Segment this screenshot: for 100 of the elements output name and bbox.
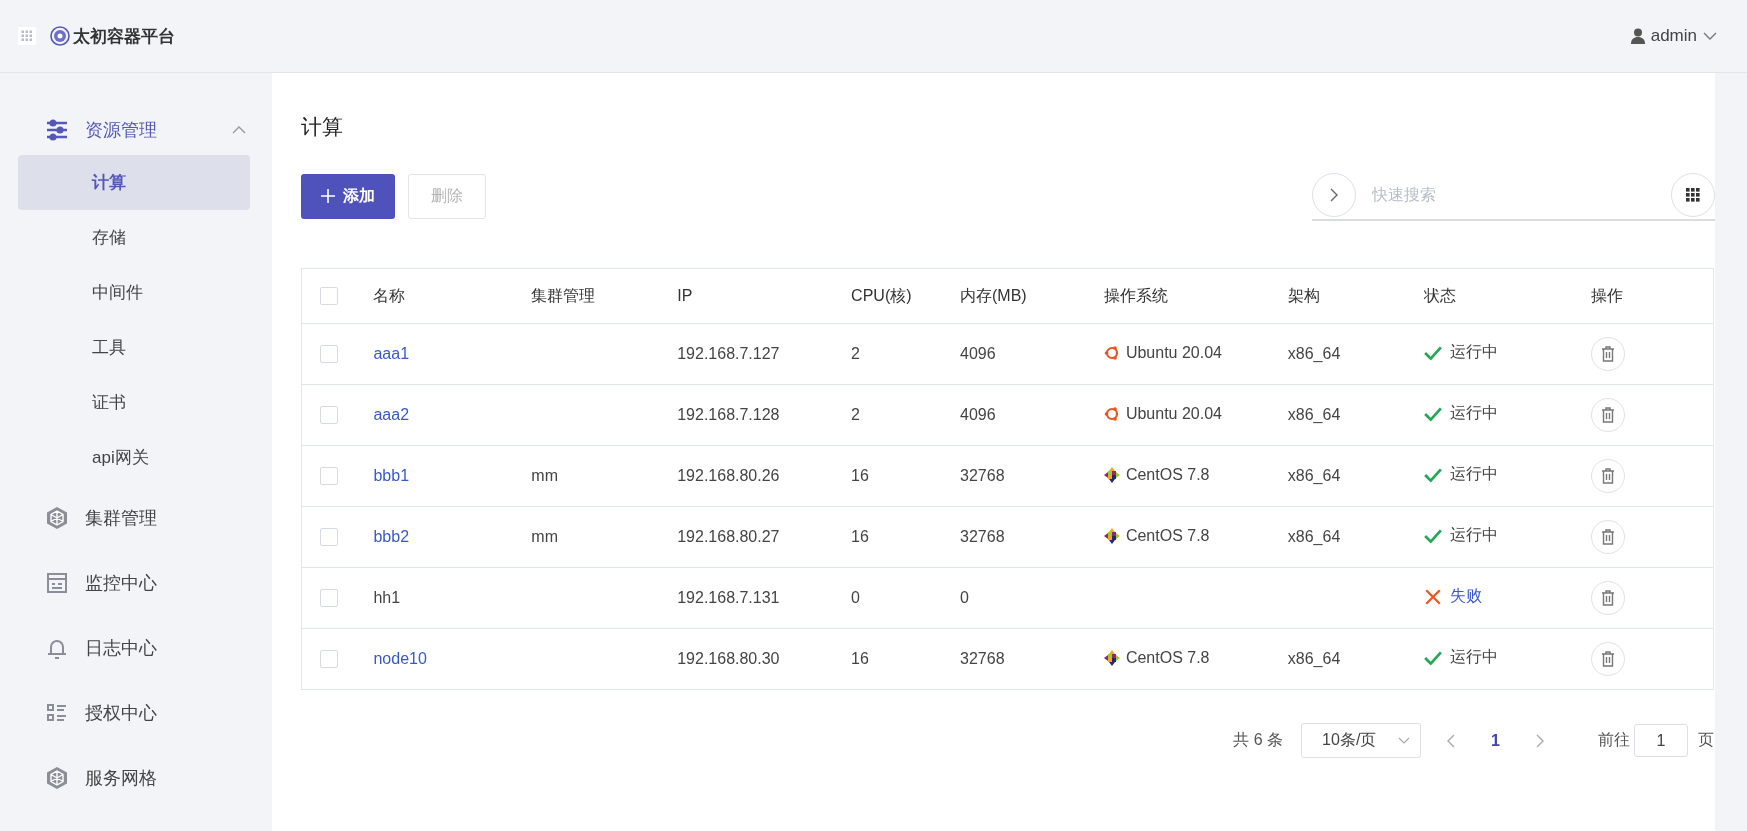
table-cell: 2 (851, 406, 860, 423)
goto-label: 前往 (1598, 730, 1630, 750)
column-header: 内存(MB) (960, 286, 1027, 304)
table-cell: CentOS 7.8 (1125, 526, 1210, 545)
column-header: 状态 (1423, 286, 1456, 304)
row-checkbox[interactable] (320, 589, 338, 607)
table-cell: 16 (851, 528, 869, 545)
status-text: 失败 (1449, 586, 1482, 607)
status-text: 运行中 (1449, 342, 1498, 363)
sidebar-group[interactable]: 授权中心 (18, 680, 250, 745)
table-cell: 4096 (960, 406, 996, 423)
table-cell: 0 (851, 589, 860, 606)
table-cell: Ubuntu 20.04 (1125, 404, 1222, 423)
grid-button[interactable] (1671, 173, 1715, 217)
column-header: 架构 (1287, 286, 1320, 304)
row-checkbox[interactable] (320, 528, 338, 546)
sliders-icon (45, 118, 69, 142)
column-header: CPU(核) (851, 286, 912, 304)
page-suffix: 页 (1698, 730, 1714, 750)
sidebar-item[interactable]: api网关 (18, 430, 250, 485)
status-text: 运行中 (1449, 464, 1498, 485)
sidebar-item[interactable]: 中间件 (18, 265, 250, 320)
table-cell: 192.168.7.128 (677, 406, 780, 423)
page-input[interactable]: 1 (1634, 724, 1688, 757)
column-header: 集群管理 (531, 286, 596, 304)
table-cell: x86_64 (1287, 650, 1341, 667)
name-link[interactable]: node10 (373, 650, 427, 667)
chevron-right-icon (1329, 188, 1339, 202)
name-link[interactable]: bbb2 (373, 528, 410, 545)
table-cell: 32768 (960, 528, 1005, 545)
delete-icon[interactable] (1590, 642, 1625, 676)
name-link[interactable]: bbb1 (373, 467, 410, 484)
caret-icon (1398, 736, 1411, 745)
table-cell: 192.168.7.127 (677, 345, 780, 362)
name-link[interactable]: aaa2 (373, 406, 410, 423)
centos-icon (1103, 649, 1120, 666)
table-cell: x86_64 (1287, 467, 1341, 484)
row-checkbox[interactable] (320, 650, 338, 668)
table-cell: 192.168.80.30 (677, 650, 780, 667)
sidebar-group[interactable]: 日志中心 (18, 615, 250, 680)
sidebar-group[interactable]: 资源管理 (18, 105, 250, 155)
page-size-select[interactable]: 10条/页 (1301, 723, 1422, 758)
table-cell: CentOS 7.8 (1125, 465, 1210, 484)
total-count: 共 6 条 (1233, 730, 1284, 750)
row-checkbox[interactable] (320, 406, 338, 424)
table-cell: CentOS 7.8 (1125, 648, 1210, 667)
sidebar-group[interactable]: 监控中心 (18, 550, 250, 615)
table-cell: x86_64 (1287, 528, 1341, 545)
row-checkbox[interactable] (320, 345, 338, 363)
delete-icon[interactable] (1590, 337, 1625, 371)
logo-icon (50, 26, 70, 46)
table-cell: 32768 (960, 650, 1005, 667)
table-cell: x86_64 (1287, 345, 1341, 362)
sidebar-item[interactable]: 计算 (18, 155, 250, 210)
page-title: 计算 (301, 114, 344, 140)
delete-icon[interactable] (1590, 520, 1625, 554)
hexagon-icon (45, 765, 69, 790)
table-cell: 192.168.7.131 (677, 589, 780, 606)
column-header: 操作 (1590, 286, 1623, 304)
apps-icon[interactable] (18, 27, 36, 45)
page-number[interactable]: 1 (1481, 731, 1510, 750)
sidebar-item[interactable]: 存储 (18, 210, 250, 265)
sidebar-group[interactable]: 服务网格 (18, 745, 250, 810)
name-link[interactable]: aaa1 (373, 345, 410, 362)
sidebar-group[interactable]: 集群管理 (18, 485, 250, 550)
select-all-checkbox[interactable] (320, 287, 338, 305)
centos-icon (1103, 527, 1120, 544)
table-cell: 4096 (960, 345, 996, 362)
column-header: IP (677, 287, 693, 304)
status-text: 运行中 (1449, 403, 1498, 424)
delete-icon[interactable] (1590, 398, 1625, 432)
table-cell: Ubuntu 20.04 (1125, 343, 1222, 362)
ubuntu-icon (1103, 405, 1120, 422)
row-checkbox[interactable] (320, 467, 338, 485)
table-cell: 192.168.80.26 (677, 467, 780, 484)
table-cell: 192.168.80.27 (677, 528, 780, 545)
column-header: 操作系统 (1103, 286, 1168, 304)
table-cell: x86_64 (1287, 406, 1341, 423)
table-cell: 16 (851, 650, 869, 667)
table-cell: 16 (851, 467, 869, 484)
cross-icon (1423, 587, 1442, 606)
grid-icon (1686, 188, 1700, 202)
user-icon (1630, 28, 1645, 44)
table-cell: 32768 (960, 467, 1005, 484)
app-title: 太初容器平台 (73, 25, 175, 48)
expand-button[interactable] (1312, 173, 1356, 217)
table-cell: 0 (960, 589, 969, 606)
add-button[interactable]: 添加 (301, 173, 395, 219)
ubuntu-icon (1103, 344, 1120, 361)
user-menu[interactable]: admin (1630, 26, 1717, 46)
caret-icon[interactable] (232, 125, 246, 135)
delete-icon[interactable] (1590, 459, 1625, 493)
delete-icon[interactable] (1590, 581, 1625, 615)
table-cell: hh1 (373, 589, 401, 606)
table-cell: 2 (851, 345, 860, 362)
centos-icon (1103, 466, 1120, 483)
sidebar-item[interactable]: 工具 (18, 320, 250, 375)
status-text: 运行中 (1449, 647, 1498, 668)
hexagon-icon (45, 505, 69, 530)
sidebar-item[interactable]: 证书 (18, 375, 250, 430)
